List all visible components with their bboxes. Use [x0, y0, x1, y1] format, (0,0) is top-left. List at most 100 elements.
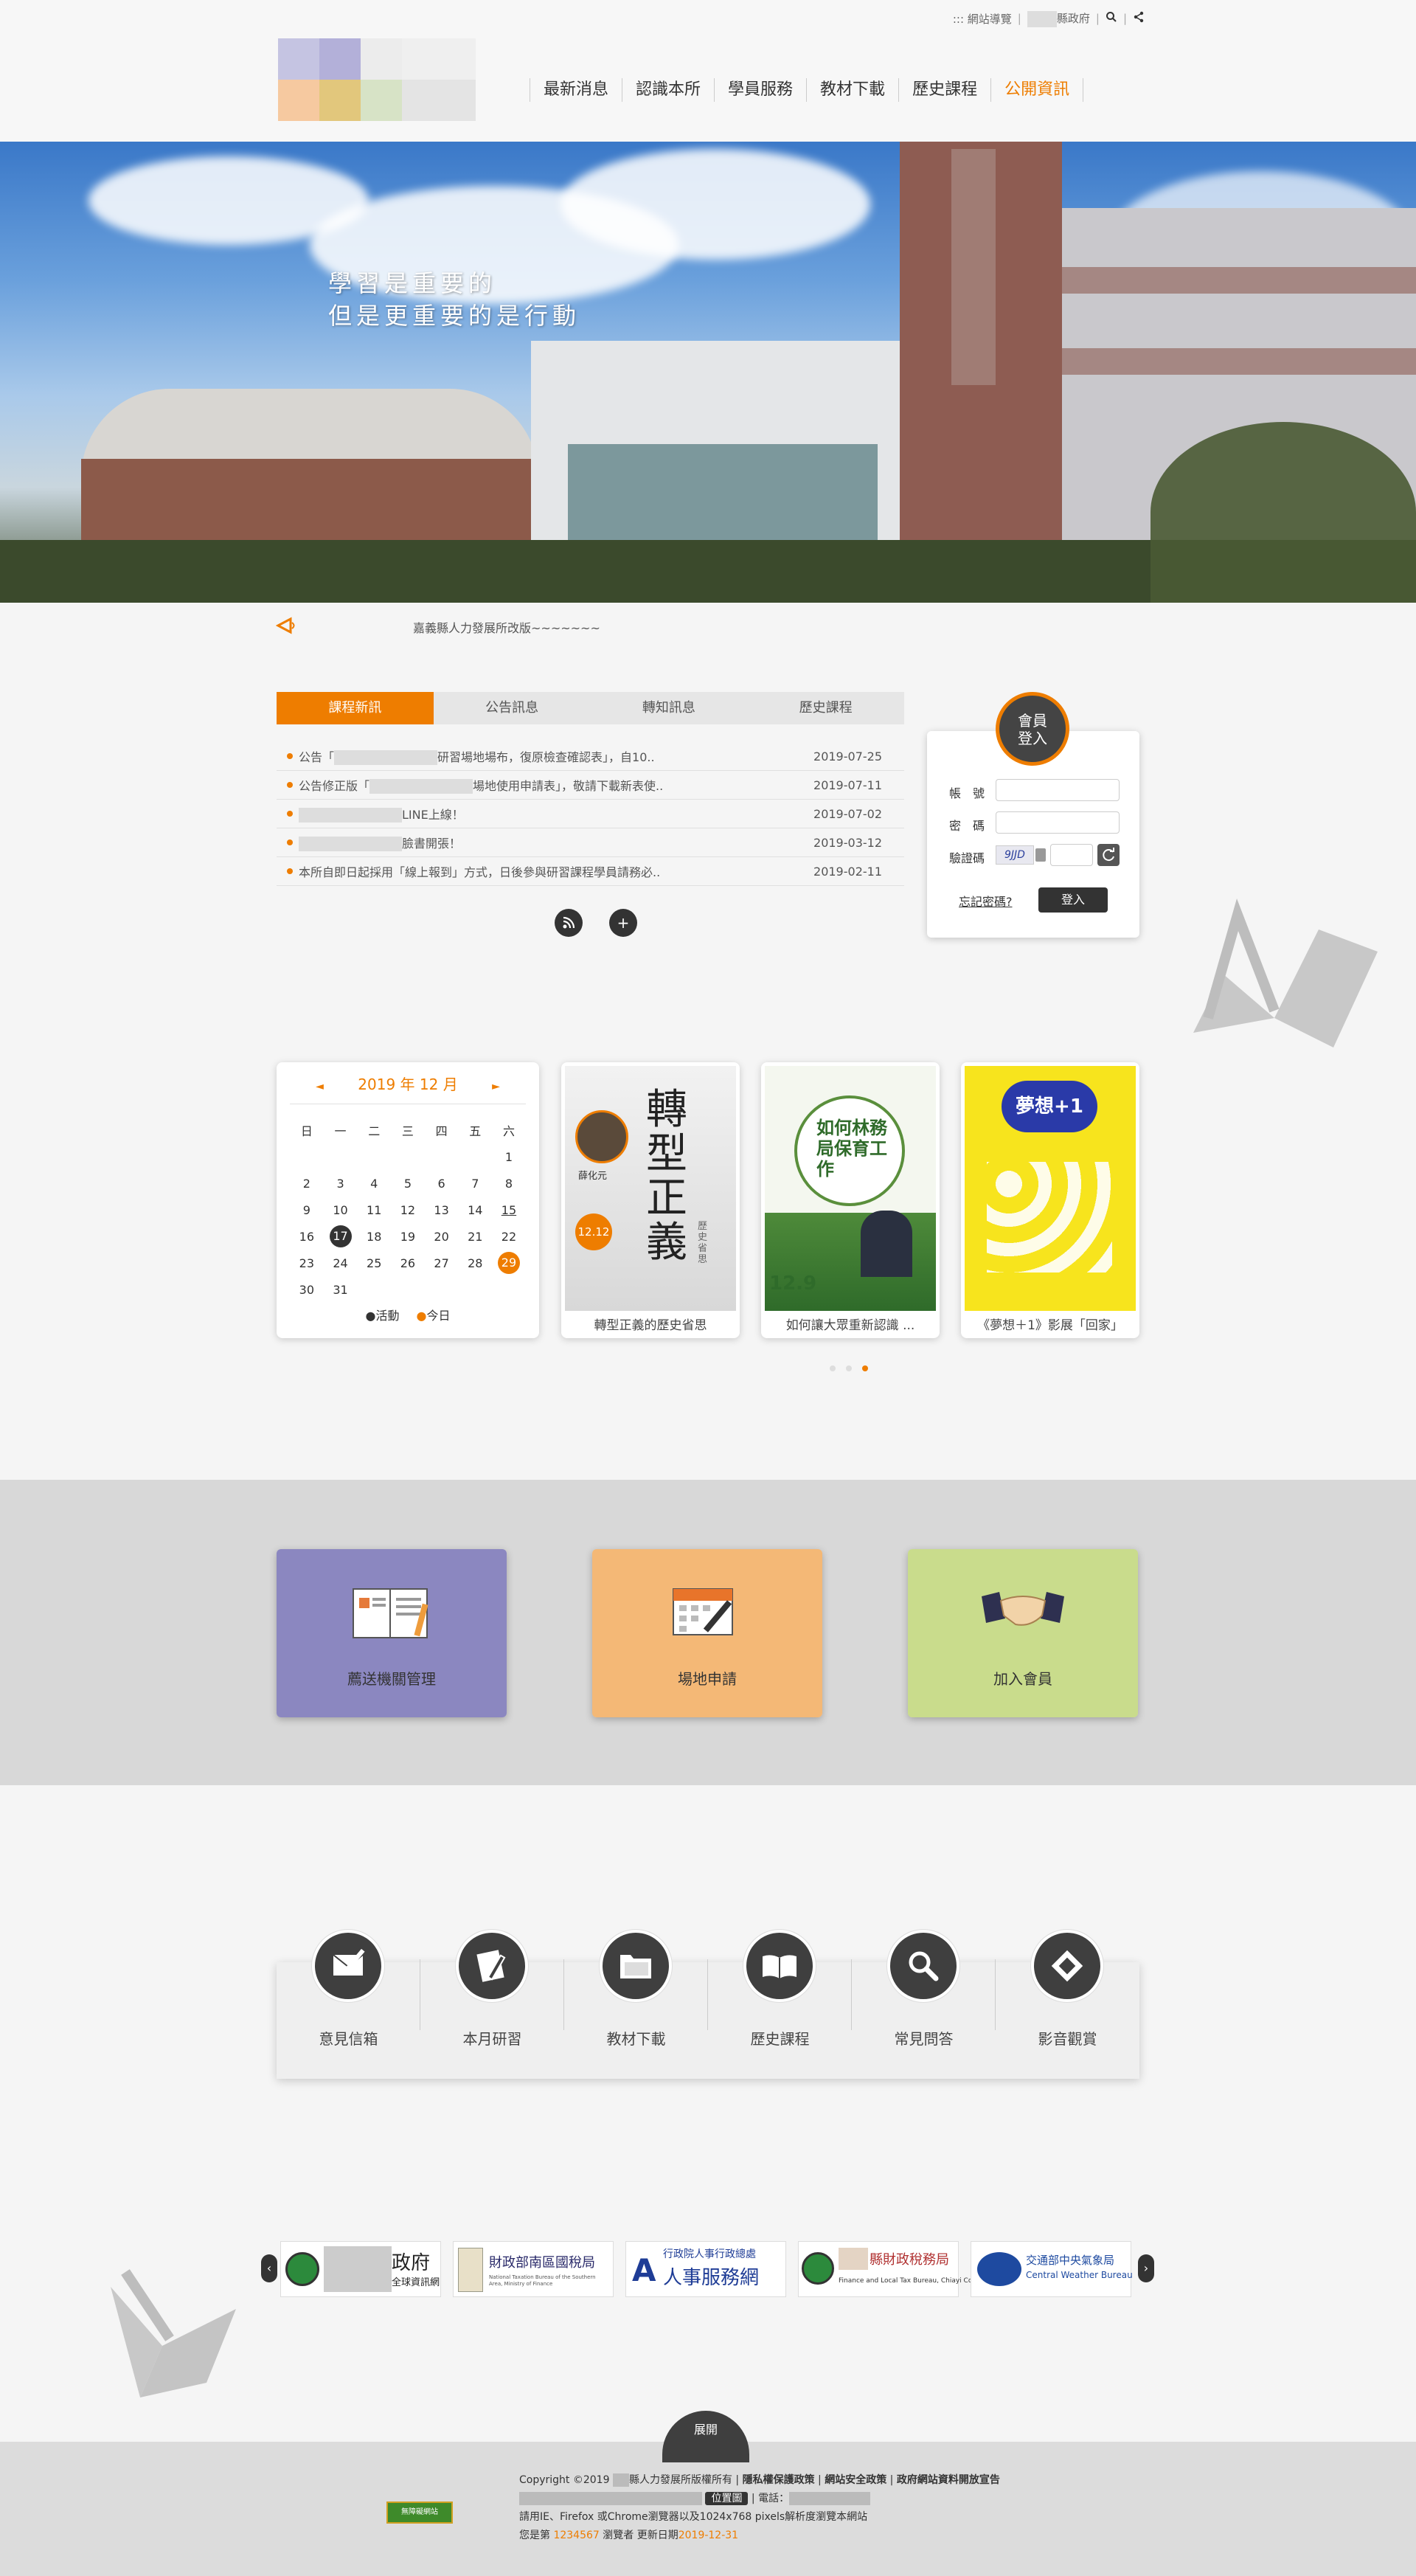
carousel-dot-active[interactable]: [862, 1365, 868, 1371]
calendar-day[interactable]: 8: [492, 1177, 526, 1191]
site-logo[interactable]: [277, 32, 477, 122]
poster-caption: 轉型正義的歷史省思: [594, 1318, 707, 1333]
sponsor-link[interactable]: A 行政院人事行政總處 人事服務網: [625, 2241, 786, 2297]
list-item[interactable]: 公告修正版「 場地使用申請表」，敬請下載新表使.. 2019-07-11: [277, 771, 904, 800]
calendar-day[interactable]: 14: [458, 1203, 492, 1217]
calendar-day[interactable]: 29: [492, 1252, 526, 1274]
list-item[interactable]: 公告「 研習場地場布，復原檢查確認表」，自10.. 2019-07-25: [277, 742, 904, 771]
calendar-day[interactable]: 12: [391, 1203, 425, 1217]
location-map-button[interactable]: 位置圖: [705, 2492, 749, 2505]
tab-announcements[interactable]: 公告訊息: [434, 692, 591, 724]
service-card-venue[interactable]: 場地申請: [592, 1549, 822, 1717]
marquee-text[interactable]: 嘉義縣人力發展所改版~~~~~~~: [413, 618, 600, 636]
sponsor-link[interactable]: 交通部中央氣象局 Central Weather Bureau: [971, 2241, 1133, 2297]
calendar-day[interactable]: 24: [324, 1256, 358, 1270]
rss-icon[interactable]: [555, 909, 583, 937]
nav-latest-news[interactable]: 最新消息: [530, 78, 622, 102]
carousel-dot[interactable]: [830, 1365, 836, 1371]
poster-card[interactable]: 夢想+1 《夢想＋1》影展「回家」: [961, 1062, 1139, 1338]
calendar-day[interactable]: 7: [458, 1177, 492, 1191]
calendar-day[interactable]: 19: [391, 1230, 425, 1244]
tab-history-courses[interactable]: 歷史課程: [747, 692, 904, 724]
carousel-dot[interactable]: [846, 1365, 852, 1371]
nav-history-courses[interactable]: 歷史課程: [898, 78, 990, 102]
search-icon[interactable]: [1106, 11, 1117, 26]
privacy-link[interactable]: 隱私權保護政策: [743, 2474, 815, 2486]
calendar-day[interactable]: 3: [324, 1177, 358, 1191]
quick-link-label: 意見信箱: [319, 2030, 378, 2048]
accessibility-badge[interactable]: 無障礙網站: [386, 2501, 453, 2524]
speaker-figure: [861, 1211, 912, 1277]
calendar-day[interactable]: 23: [290, 1256, 324, 1270]
share-icon[interactable]: [1133, 11, 1145, 26]
calendar-day[interactable]: 13: [425, 1203, 459, 1217]
list-item[interactable]: 臉書開張！ 2019-03-12: [277, 828, 904, 857]
list-item[interactable]: LINE上線！ 2019-07-02: [277, 800, 904, 828]
service-card-agency[interactable]: 薦送機關管理: [277, 1549, 507, 1717]
nav-student-services[interactable]: 學員服務: [714, 78, 806, 102]
calendar-day[interactable]: 5: [391, 1177, 425, 1191]
calendar-day[interactable]: 22: [492, 1230, 526, 1244]
poster-card[interactable]: 如何林務局保育工作 12.9 如何讓大眾重新認識 ...: [761, 1062, 940, 1338]
open-book-icon: [743, 1930, 816, 2002]
calendar-day[interactable]: 18: [357, 1230, 391, 1244]
calendar-day[interactable]: 1: [492, 1150, 526, 1164]
captcha-image: 9JJD: [996, 845, 1034, 865]
expand-footer-button[interactable]: 展開: [662, 2411, 749, 2462]
audio-icon[interactable]: [1035, 848, 1046, 862]
sitemap-link[interactable]: ::: 網站導覽: [953, 11, 1012, 27]
forgot-password-link[interactable]: 忘記密碼?: [959, 892, 1013, 910]
nav-about[interactable]: 認識本所: [622, 78, 714, 102]
security-link[interactable]: 網站安全政策: [825, 2474, 886, 2486]
calendar-day[interactable]: 26: [391, 1256, 425, 1270]
quick-link-downloads[interactable]: 教材下載: [564, 1930, 708, 2070]
calendar-day[interactable]: 27: [425, 1256, 459, 1270]
calendar-day[interactable]: 10: [324, 1203, 358, 1217]
calendar-day[interactable]: 28: [458, 1256, 492, 1270]
calendar-day[interactable]: 17: [324, 1225, 358, 1247]
refresh-icon[interactable]: [1097, 844, 1120, 866]
password-input[interactable]: [996, 811, 1120, 834]
plus-icon[interactable]: +: [609, 909, 637, 937]
calendar-day[interactable]: 31: [324, 1283, 358, 1297]
quick-link-video[interactable]: 影音觀賞: [996, 1930, 1139, 2070]
calendar-day[interactable]: 2: [290, 1177, 324, 1191]
open-data-link[interactable]: 政府網站資料開放宣告: [897, 2474, 1000, 2486]
chevron-left-icon[interactable]: ‹: [261, 2254, 277, 2282]
captcha-input[interactable]: [1050, 844, 1093, 866]
calendar-day[interactable]: 9: [290, 1203, 324, 1217]
tab-course-news[interactable]: 課程新訊: [277, 692, 434, 724]
nav-downloads[interactable]: 教材下載: [806, 78, 898, 102]
nav-public-info[interactable]: 公開資訊: [990, 78, 1084, 102]
calendar-day[interactable]: 20: [425, 1230, 459, 1244]
calendar-day[interactable]: 25: [357, 1256, 391, 1270]
service-card-join[interactable]: 加入會員: [908, 1549, 1138, 1717]
poster-title: 夢想+1: [1002, 1081, 1097, 1132]
redacted: [839, 2248, 868, 2270]
quick-link-faq[interactable]: 常見問答: [852, 1930, 996, 2070]
poster-card[interactable]: 薛化元 轉型正義 歷史省思 12.12 轉型正義的歷史省思: [561, 1062, 740, 1338]
sponsor-link[interactable]: 縣財政稅務局 Finance and Local Tax Bureau, Chi…: [798, 2241, 988, 2297]
chevron-right-icon[interactable]: ›: [1138, 2254, 1154, 2282]
tab-forwarded[interactable]: 轉知訊息: [591, 692, 748, 724]
quick-link-feedback[interactable]: 意見信箱: [277, 1930, 420, 2070]
calendar-day[interactable]: 30: [290, 1283, 324, 1297]
calendar-day[interactable]: 11: [357, 1203, 391, 1217]
quick-link-history[interactable]: 歷史課程: [708, 1930, 852, 2070]
sponsor-link[interactable]: 政府 全球資訊網: [280, 2241, 441, 2297]
calendar-day[interactable]: 15: [492, 1203, 526, 1217]
next-month-icon[interactable]: ►: [492, 1081, 500, 1093]
gov-link[interactable]: 縣政府: [1027, 10, 1090, 27]
site-header: [0, 0, 1416, 142]
calendar-day[interactable]: 6: [425, 1177, 459, 1191]
news-date: 2019-03-12: [813, 835, 882, 850]
list-item[interactable]: 本所自即日起採用「線上報到」方式，日後參與研習課程學員請務必.. 2019-02…: [277, 857, 904, 886]
calendar-day[interactable]: 21: [458, 1230, 492, 1244]
account-input[interactable]: [996, 779, 1120, 801]
calendar-day[interactable]: 16: [290, 1230, 324, 1244]
calendar-day[interactable]: 4: [357, 1177, 391, 1191]
login-button[interactable]: 登入: [1038, 887, 1108, 913]
sponsor-link[interactable]: 財政部南區國稅局 National Taxation Bureau of the…: [453, 2241, 614, 2297]
prev-month-icon[interactable]: ◄: [316, 1081, 324, 1093]
quick-link-monthly[interactable]: 本月研習: [420, 1930, 564, 2070]
